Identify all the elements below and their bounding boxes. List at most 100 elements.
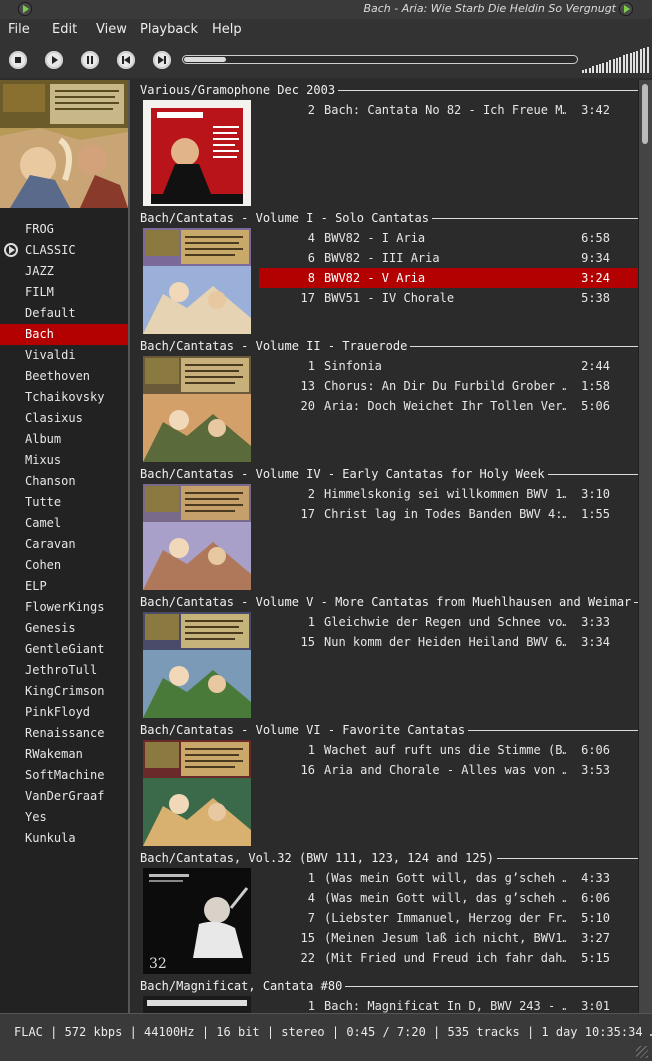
stop-button[interactable] bbox=[9, 51, 27, 69]
resize-grip-icon[interactable] bbox=[636, 1046, 648, 1058]
sidebar-item-kingcrimson[interactable]: KingCrimson bbox=[0, 681, 128, 702]
track-row[interactable]: 7 (Liebster Immanuel, Herzog der Fr… 5:10 bbox=[259, 908, 638, 928]
sidebar-item-default[interactable]: Default bbox=[0, 303, 128, 324]
track-title: (Mit Fried und Freud ich fahr dah… bbox=[324, 951, 566, 965]
track-number: 4 bbox=[307, 231, 315, 245]
scrollbar-thumb[interactable] bbox=[642, 84, 648, 144]
track-row[interactable]: 20 Aria: Doch Weichet Ihr Tollen Ver… 5:06 bbox=[259, 396, 638, 416]
previous-button[interactable] bbox=[117, 51, 135, 69]
sidebar-item-camel[interactable]: Camel bbox=[0, 513, 128, 534]
track-row[interactable]: 6 BWV82 - III Aria 9:34 bbox=[259, 248, 638, 268]
volume-bar bbox=[643, 48, 646, 73]
vertical-scrollbar[interactable] bbox=[638, 80, 652, 1013]
track-row[interactable]: 1 Wachet auf ruft uns die Stimme (B… 6:06 bbox=[259, 740, 638, 760]
sidebar-item-jethrotull[interactable]: JethroTull bbox=[0, 660, 128, 681]
track-row[interactable]: 8 BWV82 - V Aria 3:24 bbox=[259, 268, 638, 288]
track-number: 7 bbox=[307, 911, 315, 925]
sidebar-item-vandergraaf[interactable]: VanDerGraaf bbox=[0, 786, 128, 807]
volume-bar bbox=[599, 64, 601, 73]
sidebar-item-yes[interactable]: Yes bbox=[0, 807, 128, 828]
menu-playback[interactable]: Playback bbox=[140, 22, 198, 37]
sidebar-item-chanson[interactable]: Chanson bbox=[0, 471, 128, 492]
album-header[interactable]: Bach/Cantatas - Volume VI - Favorite Can… bbox=[140, 722, 638, 738]
album-header[interactable]: Various/Gramophone Dec 2003 bbox=[140, 82, 638, 98]
sidebar-item-label: Genesis bbox=[25, 621, 76, 635]
menu-help[interactable]: Help bbox=[212, 22, 242, 37]
sidebar-item-caravan[interactable]: Caravan bbox=[0, 534, 128, 555]
app-play-icon[interactable] bbox=[18, 2, 32, 16]
track-title: BWV82 - V Aria bbox=[324, 271, 426, 285]
sidebar-item-genesis[interactable]: Genesis bbox=[0, 618, 128, 639]
sidebar-item-cohen[interactable]: Cohen bbox=[0, 555, 128, 576]
album-title: Bach/Cantatas - Volume V - More Cantatas… bbox=[140, 595, 632, 609]
sidebar-item-label: Tutte bbox=[25, 495, 62, 509]
track-row[interactable]: 17 BWV51 - IV Chorale 5:38 bbox=[259, 288, 638, 308]
track-row[interactable]: 1 (Was mein Gott will, das g’scheh … 4:33 bbox=[259, 868, 638, 888]
sidebar-item-tchaikovsky[interactable]: Tchaikovsky bbox=[0, 387, 128, 408]
track-row[interactable]: 13 Chorus: An Dir Du Furbild Grober … 1:58 bbox=[259, 376, 638, 396]
track-list: Various/Gramophone Dec 2003 2 Bach: Canta… bbox=[136, 80, 638, 1013]
menu-file[interactable]: File bbox=[8, 22, 30, 37]
sidebar-item-frog[interactable]: FROG bbox=[0, 219, 128, 240]
track-row[interactable]: 22 (Mit Fried und Freud ich fahr dah… 5:15 bbox=[259, 948, 638, 968]
album-header[interactable]: Bach/Cantatas - Volume IV - Early Cantat… bbox=[140, 466, 638, 482]
window-menu-icon[interactable] bbox=[619, 2, 633, 16]
volume-bar bbox=[605, 62, 608, 73]
track-title: Himmelskonig sei willkommen BWV 1… bbox=[324, 487, 566, 501]
track-duration: 6:06 bbox=[581, 743, 610, 757]
sidebar-item-classic[interactable]: CLASSIC bbox=[0, 240, 128, 261]
album-header[interactable]: Bach/Cantatas - Volume V - More Cantatas… bbox=[140, 594, 638, 610]
track-duration: 9:34 bbox=[581, 251, 610, 265]
sidebar-item-bach[interactable]: Bach bbox=[0, 324, 128, 345]
sidebar-item-kunkula[interactable]: Kunkula bbox=[0, 828, 128, 849]
status-bar: FLAC | 572 kbps | 44100Hz | 16 bit | ste… bbox=[0, 1013, 652, 1061]
sidebar-item-tutte[interactable]: Tutte bbox=[0, 492, 128, 513]
pause-button[interactable] bbox=[81, 51, 99, 69]
track-title: Bach: Cantata No 82 - Ich Freue M… bbox=[324, 103, 566, 117]
track-duration: 3:27 bbox=[581, 931, 610, 945]
sidebar-item-mixus[interactable]: Mixus bbox=[0, 450, 128, 471]
volume-slider[interactable] bbox=[582, 47, 650, 73]
track-row[interactable]: 4 BWV82 - I Aria 6:58 bbox=[259, 228, 638, 248]
track-number: 4 bbox=[307, 891, 315, 905]
album-header[interactable]: Bach/Cantatas - Volume I - Solo Cantatas bbox=[140, 210, 638, 226]
sidebar-item-clasixus[interactable]: Clasixus bbox=[0, 408, 128, 429]
track-title: Chorus: An Dir Du Furbild Grober … bbox=[324, 379, 566, 393]
volume-bar bbox=[595, 65, 598, 73]
play-icon bbox=[52, 56, 58, 64]
sidebar-item-elp[interactable]: ELP bbox=[0, 576, 128, 597]
track-row[interactable]: 2 Bach: Cantata No 82 - Ich Freue M… 3:42 bbox=[259, 100, 638, 120]
track-duration: 3:53 bbox=[581, 763, 610, 777]
next-button[interactable] bbox=[153, 51, 171, 69]
play-button[interactable] bbox=[45, 51, 63, 69]
menu-edit[interactable]: Edit bbox=[52, 22, 77, 37]
album-header[interactable]: Bach/Cantatas - Volume II - Trauerode bbox=[140, 338, 638, 354]
sidebar-item-film[interactable]: FILM bbox=[0, 282, 128, 303]
sidebar-item-softmachine[interactable]: SoftMachine bbox=[0, 765, 128, 786]
album-title: Bach/Cantatas - Volume VI - Favorite Can… bbox=[140, 723, 466, 737]
album-title: Bach/Cantatas, Vol.32 (BWV 111, 123, 124… bbox=[140, 851, 495, 865]
track-row[interactable]: 1 Bach: Magnificat In D, BWV 243 - … 3:01 bbox=[259, 996, 638, 1013]
album-header[interactable]: Bach/Cantatas, Vol.32 (BWV 111, 123, 124… bbox=[140, 850, 638, 866]
sidebar-item-flowerkings[interactable]: FlowerKings bbox=[0, 597, 128, 618]
sidebar-item-gentlegiant[interactable]: GentleGiant bbox=[0, 639, 128, 660]
seek-slider[interactable] bbox=[182, 55, 578, 64]
track-row[interactable]: 4 (Was mein Gott will, das g’scheh … 6:06 bbox=[259, 888, 638, 908]
track-row[interactable]: 1 Gleichwie der Regen und Schnee vo… 3:33 bbox=[259, 612, 638, 632]
track-row[interactable]: 17 Christ lag in Todes Banden BWV 4:… 1:55 bbox=[259, 504, 638, 524]
menu-view[interactable]: View bbox=[96, 22, 127, 37]
track-row[interactable]: 16 Aria and Chorale - Alles was von … 3:53 bbox=[259, 760, 638, 780]
sidebar-item-rwakeman[interactable]: RWakeman bbox=[0, 744, 128, 765]
sidebar-item-jazz[interactable]: JAZZ bbox=[0, 261, 128, 282]
track-row[interactable]: 15 (Meinen Jesum laß ich nicht, BWV1… 3:27 bbox=[259, 928, 638, 948]
sidebar-item-pinkfloyd[interactable]: PinkFloyd bbox=[0, 702, 128, 723]
track-row[interactable]: 1 Sinfonia 2:44 bbox=[259, 356, 638, 376]
sidebar-item-album[interactable]: Album bbox=[0, 429, 128, 450]
album-header[interactable]: Bach/Magnificat, Cantata #80 bbox=[140, 978, 638, 994]
track-duration: 2:44 bbox=[581, 359, 610, 373]
track-row[interactable]: 15 Nun komm der Heiden Heiland BWV 6… 3:34 bbox=[259, 632, 638, 652]
sidebar-item-beethoven[interactable]: Beethoven bbox=[0, 366, 128, 387]
sidebar-item-vivaldi[interactable]: Vivaldi bbox=[0, 345, 128, 366]
track-row[interactable]: 2 Himmelskonig sei willkommen BWV 1… 3:10 bbox=[259, 484, 638, 504]
sidebar-item-renaissance[interactable]: Renaissance bbox=[0, 723, 128, 744]
